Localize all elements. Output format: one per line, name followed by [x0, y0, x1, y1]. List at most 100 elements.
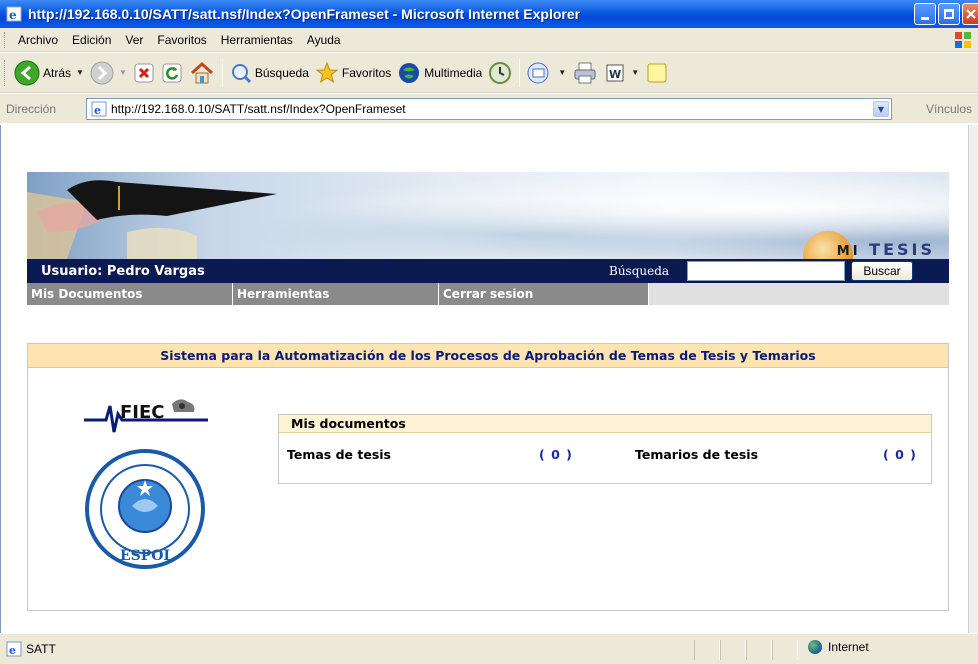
forward-arrow-icon — [90, 61, 114, 84]
status-bar: e SATT Internet — [0, 633, 978, 664]
temas-label: Temas de tesis — [287, 447, 391, 462]
documents-summary-row: Temas de tesis ( 0 ) Temarios de tesis (… — [279, 433, 931, 473]
refresh-button[interactable] — [158, 56, 186, 90]
back-button[interactable]: Atrás ▼ — [11, 56, 87, 90]
my-documents-panel: Mis documentos Temas de tesis ( 0 ) Tema… — [278, 414, 932, 484]
menu-ayuda[interactable]: Ayuda — [300, 33, 348, 47]
media-button[interactable]: Multimedia — [394, 56, 485, 90]
toolbar-separator — [221, 58, 223, 87]
minimize-button[interactable] — [914, 3, 936, 25]
site-brand: MI TESIS — [837, 240, 935, 259]
close-button[interactable] — [962, 3, 978, 25]
main-nav: Mis Documentos Herramientas Cerrar sesio… — [27, 283, 949, 305]
title-bar[interactable]: e http://192.168.0.10/SATT/satt.nsf/Inde… — [0, 0, 978, 28]
espol-seal: ESPOL — [85, 449, 205, 569]
refresh-icon — [162, 63, 182, 82]
status-cell — [720, 640, 746, 660]
chevron-down-icon[interactable]: ▼ — [873, 101, 889, 117]
page-icon: e — [91, 101, 107, 117]
search-label: Búsqueda — [254, 65, 309, 80]
nav-cerrar-sesion[interactable]: Cerrar sesion — [439, 283, 649, 305]
status-text: SATT — [26, 642, 56, 656]
menu-archivo[interactable]: Archivo — [11, 33, 65, 47]
espol-text: ESPOL — [120, 548, 174, 564]
close-icon — [965, 9, 976, 19]
status-cell — [746, 640, 772, 660]
menu-ver[interactable]: Ver — [118, 33, 150, 47]
star-icon — [315, 61, 339, 83]
temarios-label: Temarios de tesis — [635, 447, 759, 462]
zone-label: Internet — [828, 640, 869, 654]
media-icon — [399, 62, 420, 83]
site-banner: MI TESIS — [27, 172, 949, 259]
stop-button[interactable] — [130, 56, 158, 90]
search-button[interactable]: Búsqueda — [227, 56, 312, 90]
history-button[interactable] — [485, 56, 515, 90]
page-viewport: MI TESIS Usuario: Pedro Vargas Búsqueda … — [0, 125, 968, 633]
user-name: Usuario: Pedro Vargas — [41, 263, 205, 279]
home-button[interactable] — [186, 56, 218, 90]
messenger-button[interactable] — [642, 56, 672, 90]
back-label: Atrás — [43, 65, 72, 80]
forward-button[interactable]: ▼ — [87, 56, 130, 90]
mail-icon — [527, 62, 549, 83]
nav-mis-documentos[interactable]: Mis Documentos — [27, 283, 233, 305]
menu-bar: Archivo Edición Ver Favoritos Herramient… — [0, 28, 978, 52]
page-headline: Sistema para la Automatización de los Pr… — [28, 344, 948, 368]
edit-button[interactable]: W ▼ — [601, 56, 642, 90]
toolbar-grip[interactable] — [4, 59, 7, 86]
media-label: Multimedia — [424, 65, 483, 80]
back-arrow-icon — [14, 60, 40, 85]
chevron-down-icon[interactable]: ▼ — [631, 68, 639, 77]
vertical-scrollbar[interactable] — [968, 125, 978, 633]
temas-count-link[interactable]: ( 0 ) — [539, 447, 573, 462]
maximize-button[interactable] — [938, 3, 960, 25]
history-icon — [489, 61, 512, 84]
menu-favoritos[interactable]: Favoritos — [150, 33, 213, 47]
svg-text:e: e — [94, 104, 101, 117]
toolbar-separator — [519, 58, 521, 87]
links-label[interactable]: Vínculos — [926, 102, 972, 116]
graduation-cap-icon — [27, 180, 277, 259]
security-zone: Internet — [808, 640, 869, 654]
brand-prefix: MI — [836, 244, 861, 259]
chevron-down-icon[interactable]: ▼ — [558, 68, 566, 77]
search-icon — [231, 63, 251, 83]
ie-icon: e — [6, 6, 22, 22]
nav-filler — [649, 283, 949, 305]
windows-logo-icon — [955, 32, 971, 48]
temarios-count-link[interactable]: ( 0 ) — [883, 447, 917, 462]
toolbar-grip[interactable] — [4, 31, 7, 48]
page-icon: e — [6, 641, 22, 657]
chevron-down-icon[interactable]: ▼ — [76, 68, 84, 77]
my-documents-title: Mis documentos — [279, 415, 931, 433]
word-icon: W — [606, 64, 624, 81]
menu-herramientas[interactable]: Herramientas — [214, 33, 300, 47]
svg-text:e: e — [9, 8, 17, 22]
home-icon — [190, 61, 213, 83]
status-cell — [772, 640, 798, 660]
chevron-down-icon[interactable]: ▼ — [119, 68, 127, 77]
globe-icon — [808, 640, 822, 654]
standard-toolbar: Atrás ▼ ▼ Búsqueda Favoritos Multimedia … — [0, 53, 978, 93]
mail-button[interactable]: ▼ — [524, 56, 569, 90]
brand-name: TESIS — [869, 240, 935, 259]
search-submit-button[interactable]: Buscar — [851, 261, 913, 281]
search-input[interactable] — [687, 261, 845, 281]
print-button[interactable] — [569, 56, 601, 90]
printer-icon — [574, 62, 596, 83]
favorites-button[interactable]: Favoritos — [312, 56, 394, 90]
user-bar: Usuario: Pedro Vargas Búsqueda Buscar — [27, 259, 949, 283]
search-label: Búsqueda — [609, 264, 670, 278]
window-title: http://192.168.0.10/SATT/satt.nsf/Index?… — [28, 6, 581, 22]
nav-herramientas[interactable]: Herramientas — [233, 283, 439, 305]
menu-edicion[interactable]: Edición — [65, 33, 118, 47]
address-input[interactable]: e http://192.168.0.10/SATT/satt.nsf/Inde… — [86, 98, 892, 120]
stop-icon — [134, 63, 154, 82]
svg-text:W: W — [609, 68, 621, 81]
address-bar: Dirección e http://192.168.0.10/SATT/sat… — [0, 94, 978, 124]
address-label: Dirección — [6, 101, 57, 116]
svg-text:e: e — [9, 644, 16, 657]
favorites-label: Favoritos — [341, 65, 392, 80]
status-cell — [694, 640, 720, 660]
